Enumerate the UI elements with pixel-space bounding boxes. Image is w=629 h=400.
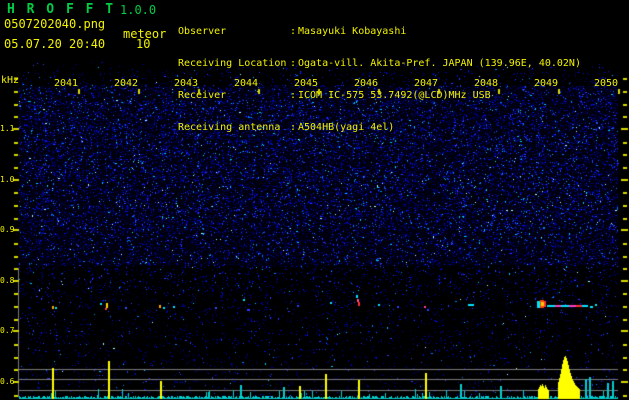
- info-colon: :: [290, 26, 297, 38]
- y-tick-label: 0.7: [0, 326, 15, 335]
- x-tick-label: 2048: [473, 78, 499, 89]
- info-label: Observer: [178, 26, 227, 38]
- x-tick-label: 2045: [293, 78, 319, 89]
- freq-unit-label: kHz: [1, 75, 20, 86]
- app-title: H R O F F T: [7, 2, 116, 17]
- info-value: Masayuki Kobayashi: [298, 26, 407, 38]
- info-colon: :: [290, 121, 297, 133]
- y-tick-label: 1.0: [0, 175, 15, 184]
- x-tick-label: 2046: [353, 78, 379, 89]
- x-tick-label: 2041: [53, 78, 79, 89]
- info-colon: :: [290, 89, 297, 101]
- info-row-antenna: Receiving antenna: A504HB(yagi 4el): [178, 121, 581, 134]
- x-tick-label: 2044: [233, 78, 259, 89]
- info-value: ICOM IC-575 53.7492(@LCD)MHz USB: [298, 89, 491, 101]
- y-tick-label: 0.8: [0, 276, 15, 285]
- datetime-label: 05.07.20 20:40: [4, 37, 106, 51]
- meteor-count: 10: [136, 37, 151, 51]
- x-tick-label: 2043: [173, 78, 199, 89]
- x-tick-label: 2042: [113, 78, 139, 89]
- info-colon: :: [290, 57, 297, 69]
- info-label: Receiving Location: [178, 57, 287, 69]
- filename-label: 0507202040.png: [4, 17, 106, 31]
- info-label: Receiver: [178, 89, 227, 101]
- x-tick-label: 2050: [593, 78, 619, 89]
- info-label: Receiving antenna: [178, 121, 281, 133]
- y-tick-label: 1.1: [0, 124, 15, 133]
- x-tick-label: 2047: [413, 78, 439, 89]
- info-row-receiver: Receiver: ICOM IC-575 53.7492(@LCD)MHz US…: [178, 89, 581, 102]
- x-tick-label: 2049: [533, 78, 559, 89]
- hrofft-screen: H R O F F T 1.0.0 0507202040.png meteor …: [0, 0, 629, 400]
- info-value: A504HB(yagi 4el): [298, 121, 395, 133]
- info-row-location: Receiving Location: Ogata-vill. Akita-Pre…: [178, 57, 581, 70]
- y-tick-label: 0.9: [0, 225, 15, 234]
- y-tick-label: 0.6: [0, 377, 15, 386]
- info-value: Ogata-vill. Akita-Pref. JAPAN (139.96E, …: [298, 57, 581, 69]
- app-version: 1.0.0: [120, 3, 157, 17]
- info-row-observer: Observer: Masayuki Kobayashi: [178, 26, 581, 38]
